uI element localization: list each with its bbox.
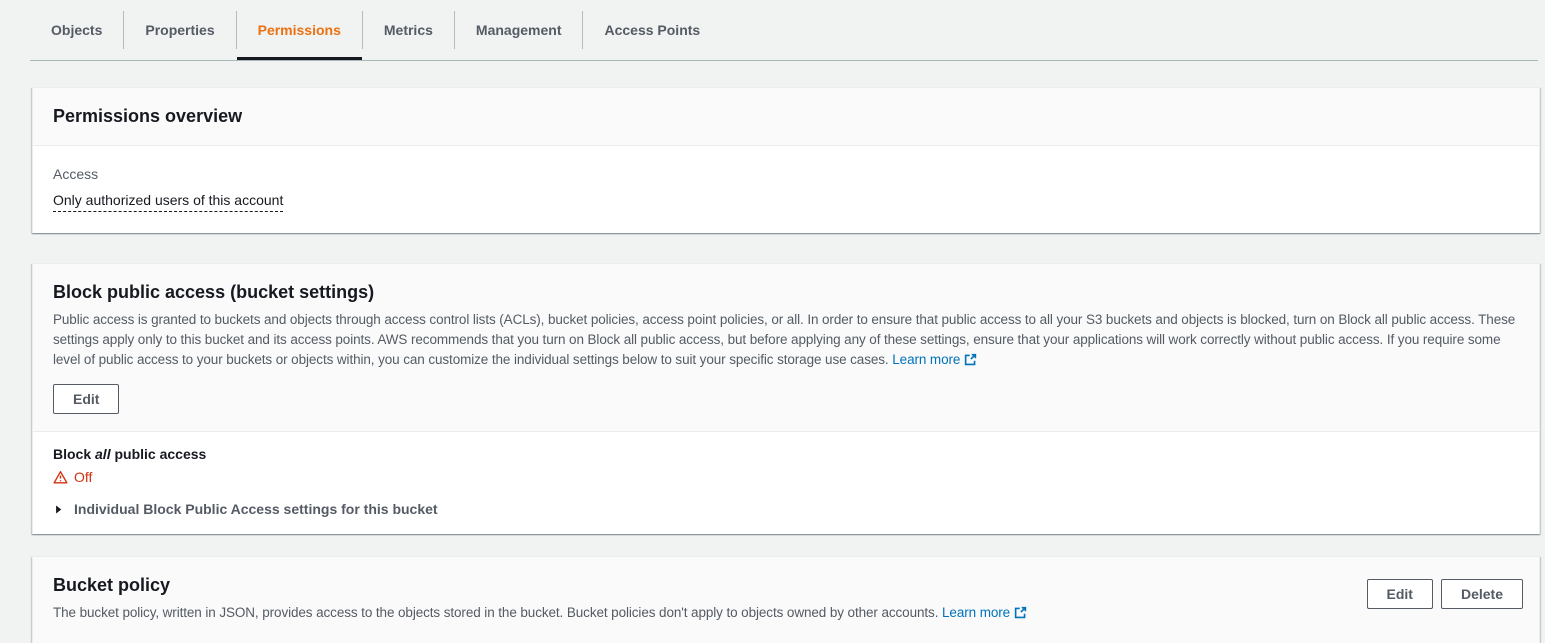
permissions-overview-body: Access Only authorized users of this acc… xyxy=(33,146,1539,233)
permissions-overview-header: Permissions overview xyxy=(33,88,1539,146)
block-public-access-card: Block public access (bucket settings) Pu… xyxy=(32,263,1540,534)
block-all-prefix: Block xyxy=(53,446,91,462)
block-public-access-body: Block all public access Off Individual B… xyxy=(33,432,1539,534)
bucket-policy-header: Bucket policy The bucket policy, written… xyxy=(33,557,1539,643)
block-all-public-access-label: Block all public access xyxy=(53,445,1519,464)
bucket-policy-edit-button[interactable]: Edit xyxy=(1367,579,1433,609)
bucket-tab-bar: Objects Properties Permissions Metrics M… xyxy=(30,0,1538,61)
tab-access-points[interactable]: Access Points xyxy=(583,0,721,60)
edit-button-row: Edit xyxy=(53,384,1519,414)
bucket-policy-description: The bucket policy, written in JSON, prov… xyxy=(53,603,1027,623)
learn-more-label: Learn more xyxy=(892,352,960,367)
bucket-policy-description-text: The bucket policy, written in JSON, prov… xyxy=(53,605,938,620)
block-public-access-description-text: Public access is granted to buckets and … xyxy=(53,312,1515,367)
block-all-status-value: Off xyxy=(74,468,92,486)
access-label: Access xyxy=(53,165,1519,183)
block-all-suffix: public access xyxy=(114,446,206,462)
warning-triangle-icon xyxy=(53,470,68,484)
permissions-overview-card: Permissions overview Access Only authori… xyxy=(32,87,1540,233)
block-public-access-header: Block public access (bucket settings) Pu… xyxy=(33,264,1539,432)
block-all-status-row: Off xyxy=(53,468,1519,486)
permissions-overview-title: Permissions overview xyxy=(53,104,1519,128)
bucket-policy-title: Bucket policy xyxy=(53,573,1027,597)
tab-management[interactable]: Management xyxy=(455,0,583,60)
block-public-access-learn-more-link[interactable]: Learn more xyxy=(892,352,977,367)
block-public-access-title: Block public access (bucket settings) xyxy=(53,280,1519,304)
caret-right-icon[interactable] xyxy=(53,504,64,515)
individual-settings-expander-label: Individual Block Public Access settings … xyxy=(74,500,438,518)
tab-permissions[interactable]: Permissions xyxy=(237,0,362,60)
tab-list: Objects Properties Permissions Metrics M… xyxy=(30,0,1538,60)
block-public-access-edit-button[interactable]: Edit xyxy=(53,384,119,414)
bucket-policy-learn-more-link[interactable]: Learn more xyxy=(942,605,1027,620)
external-link-icon[interactable] xyxy=(1014,606,1027,619)
tab-metrics[interactable]: Metrics xyxy=(363,0,454,60)
external-link-icon[interactable] xyxy=(964,353,977,366)
block-public-access-description: Public access is granted to buckets and … xyxy=(53,310,1519,370)
block-all-italic: all xyxy=(95,446,111,462)
bucket-policy-card: Bucket policy The bucket policy, written… xyxy=(32,556,1540,643)
bucket-policy-actions: Edit Delete xyxy=(1367,573,1523,609)
bucket-policy-delete-button[interactable]: Delete xyxy=(1441,579,1523,609)
individual-settings-expander[interactable]: Individual Block Public Access settings … xyxy=(53,500,1519,518)
learn-more-label: Learn more xyxy=(942,605,1010,620)
tab-objects[interactable]: Objects xyxy=(30,0,123,60)
tab-properties[interactable]: Properties xyxy=(124,0,235,60)
access-value[interactable]: Only authorized users of this account xyxy=(53,191,283,212)
